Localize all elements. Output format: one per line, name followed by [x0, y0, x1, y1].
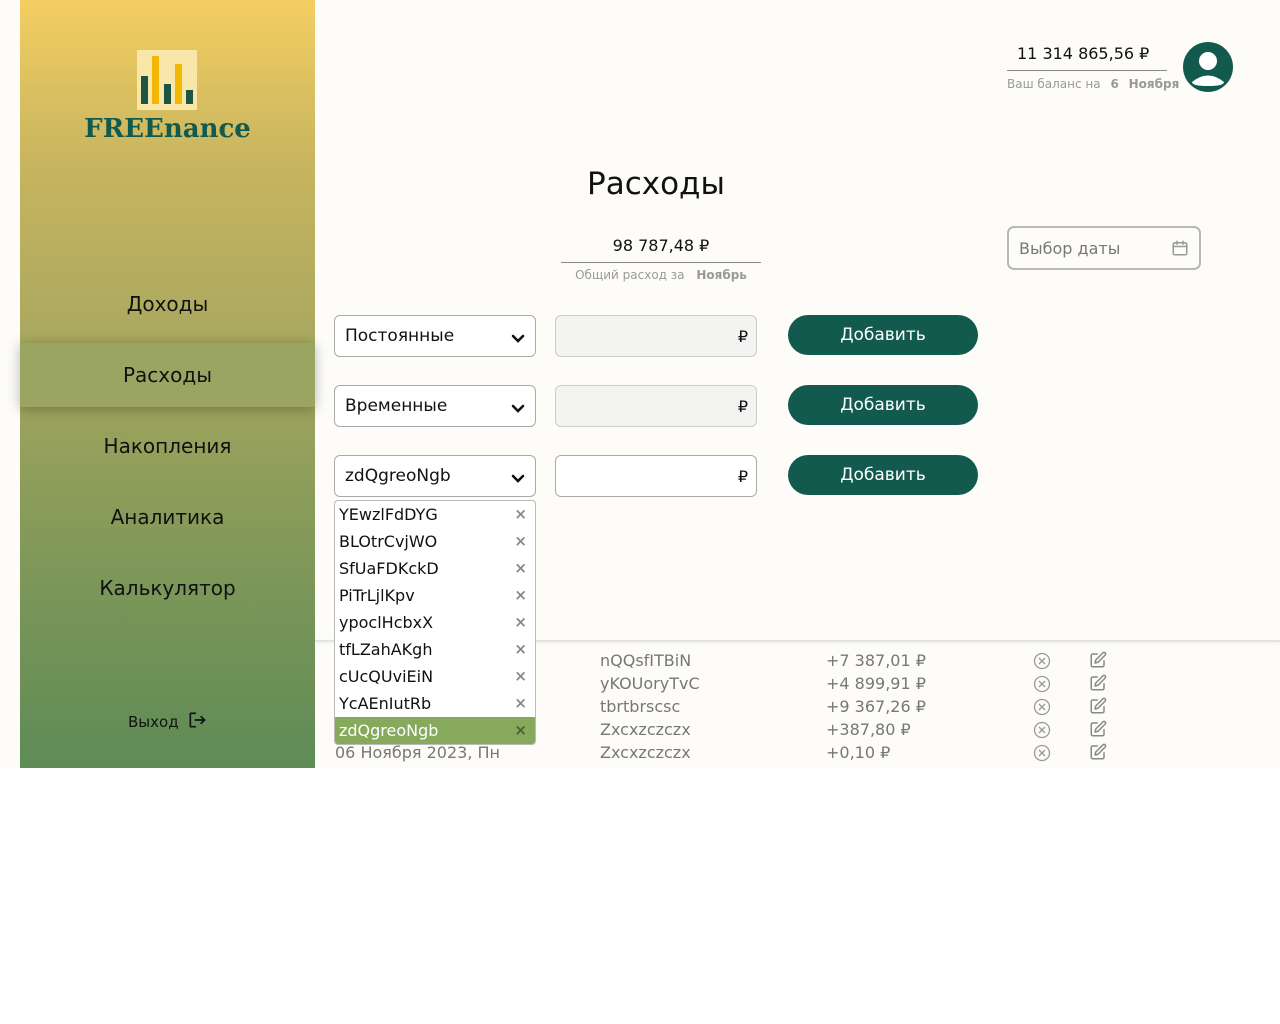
amount-input[interactable]: ₽: [555, 385, 757, 427]
category-select[interactable]: zdQgreoNgb: [334, 455, 536, 497]
logo-icon: [137, 50, 197, 110]
row-name: tbrtbrscsc: [600, 697, 681, 716]
nav-item-savings[interactable]: Накопления: [20, 414, 315, 478]
category-select[interactable]: Временные: [334, 385, 536, 427]
calendar-icon[interactable]: [1171, 239, 1189, 261]
chevron-down-icon: [511, 469, 525, 489]
balance-month: Ноября: [1128, 77, 1180, 91]
app: FREEnance Доходы Расходы Накопления Анал…: [0, 0, 1280, 768]
balance-amount: 11 314 865,56 ₽: [1007, 44, 1167, 71]
chevron-down-icon: [511, 329, 525, 349]
balance-caption-text: Ваш баланс на: [1007, 77, 1101, 91]
category-select-value: Временные: [345, 396, 448, 416]
date-picker-placeholder: Выбор даты: [1019, 239, 1121, 258]
remove-option-icon[interactable]: ×: [514, 555, 527, 582]
sidebar: FREEnance Доходы Расходы Накопления Анал…: [20, 0, 315, 768]
row-amount: +4 899,91 ₽: [826, 674, 926, 693]
edit-icon[interactable]: [1089, 743, 1107, 765]
remove-option-icon[interactable]: ×: [514, 609, 527, 636]
delete-icon[interactable]: [1033, 675, 1051, 697]
remove-option-icon[interactable]: ×: [514, 690, 527, 717]
brand-name: FREEnance: [84, 114, 251, 144]
edit-icon[interactable]: [1089, 674, 1107, 696]
nav-item-analytics[interactable]: Аналитика: [20, 485, 315, 549]
dropdown-option[interactable]: SfUaFDKckD ×: [335, 555, 535, 582]
option-label: ypoclHcbxX: [339, 613, 434, 632]
delete-icon[interactable]: [1033, 721, 1051, 743]
dropdown-option[interactable]: BLOtrCvjWO ×: [335, 528, 535, 555]
remove-option-icon[interactable]: ×: [514, 528, 527, 555]
row-name: Zxcxzczczx: [600, 720, 691, 739]
currency-label: ₽: [737, 397, 748, 416]
dropdown-option[interactable]: YEwzlFdDYG ×: [335, 501, 535, 528]
remove-option-icon[interactable]: ×: [514, 582, 527, 609]
total-month: Ноябрь: [696, 268, 747, 282]
category-select[interactable]: Постоянные: [334, 315, 536, 357]
option-label: YEwzlFdDYG: [339, 505, 438, 524]
amount-input[interactable]: ₽: [555, 455, 757, 497]
row-date: 06 Ноября 2023, Пн: [335, 743, 501, 762]
delete-icon[interactable]: [1033, 744, 1051, 766]
option-label: YcAEnIutRb: [339, 694, 432, 713]
delete-icon[interactable]: [1033, 652, 1051, 674]
dropdown-option[interactable]: tfLZahAKgh ×: [335, 636, 535, 663]
balance-widget: 11 314 865,56 ₽ Ваш баланс на 6 Ноября: [1007, 44, 1180, 91]
dropdown-option-selected[interactable]: zdQgreoNgb ×: [335, 717, 535, 744]
nav-item-incomes[interactable]: Доходы: [20, 272, 315, 336]
total-amount: 98 787,48 ₽: [561, 236, 761, 263]
edit-icon[interactable]: [1089, 720, 1107, 742]
option-label: tfLZahAKgh: [339, 640, 433, 659]
dropdown-option[interactable]: PiTrLjlKpv ×: [335, 582, 535, 609]
balance-caption: Ваш баланс на 6 Ноября: [1007, 77, 1180, 91]
dropdown-option[interactable]: cUcQUviEiN ×: [335, 663, 535, 690]
row-name: nQQsfITBiN: [600, 651, 692, 670]
remove-option-icon[interactable]: ×: [514, 717, 527, 744]
option-label: PiTrLjlKpv: [339, 586, 415, 605]
add-button[interactable]: Добавить: [788, 455, 978, 495]
row-name: Zxcxzczczx: [600, 743, 691, 762]
row-amount: +387,80 ₽: [826, 720, 911, 739]
currency-label: ₽: [737, 467, 748, 486]
page-title: Расходы: [587, 166, 725, 202]
category-select-value: Постоянные: [345, 326, 455, 346]
nav-item-expenses[interactable]: Расходы: [20, 343, 315, 407]
option-label: SfUaFDKckD: [339, 559, 439, 578]
currency-label: ₽: [737, 327, 748, 346]
option-label: BLOtrCvjWO: [339, 532, 438, 551]
remove-option-icon[interactable]: ×: [514, 663, 527, 690]
date-picker[interactable]: Выбор даты: [1007, 226, 1201, 270]
category-dropdown-list: YEwzlFdDYG × BLOtrCvjWO × SfUaFDKckD × PiTr…: [334, 500, 536, 745]
dropdown-option[interactable]: ypoclHcbxX ×: [335, 609, 535, 636]
row-amount: +0,10 ₽: [826, 743, 891, 762]
total-caption-text: Общий расход за: [575, 268, 685, 282]
user-icon[interactable]: [1183, 42, 1233, 92]
edit-icon[interactable]: [1089, 651, 1107, 673]
dropdown-option[interactable]: YcAEnIutRb ×: [335, 690, 535, 717]
category-select-value: zdQgreoNgb: [345, 466, 451, 486]
total-caption: Общий расход за Ноябрь: [561, 268, 761, 282]
option-label: cUcQUviEiN: [339, 667, 434, 686]
row-amount: +7 387,01 ₽: [826, 651, 926, 670]
remove-option-icon[interactable]: ×: [514, 636, 527, 663]
edit-icon[interactable]: [1089, 697, 1107, 719]
nav-item-calculator[interactable]: Калькулятор: [20, 556, 315, 620]
delete-icon[interactable]: [1033, 698, 1051, 720]
amount-input[interactable]: ₽: [555, 315, 757, 357]
row-name: yKOUoryTvC: [600, 674, 700, 693]
add-button[interactable]: Добавить: [788, 315, 978, 355]
logout-icon: [187, 710, 207, 734]
row-amount: +9 367,26 ₽: [826, 697, 926, 716]
add-button[interactable]: Добавить: [788, 385, 978, 425]
option-label: zdQgreoNgb: [339, 721, 439, 740]
remove-option-icon[interactable]: ×: [514, 501, 527, 528]
logout-label: Выход: [128, 713, 179, 731]
chevron-down-icon: [511, 399, 525, 419]
balance-day: 6: [1110, 77, 1119, 91]
total-expense: 98 787,48 ₽ Общий расход за Ноябрь: [561, 236, 761, 282]
logout-button[interactable]: Выход: [128, 710, 207, 734]
table-row: 06 Ноября 2023, Пн Zxcxzczczx +0,10 ₽: [315, 743, 1280, 766]
